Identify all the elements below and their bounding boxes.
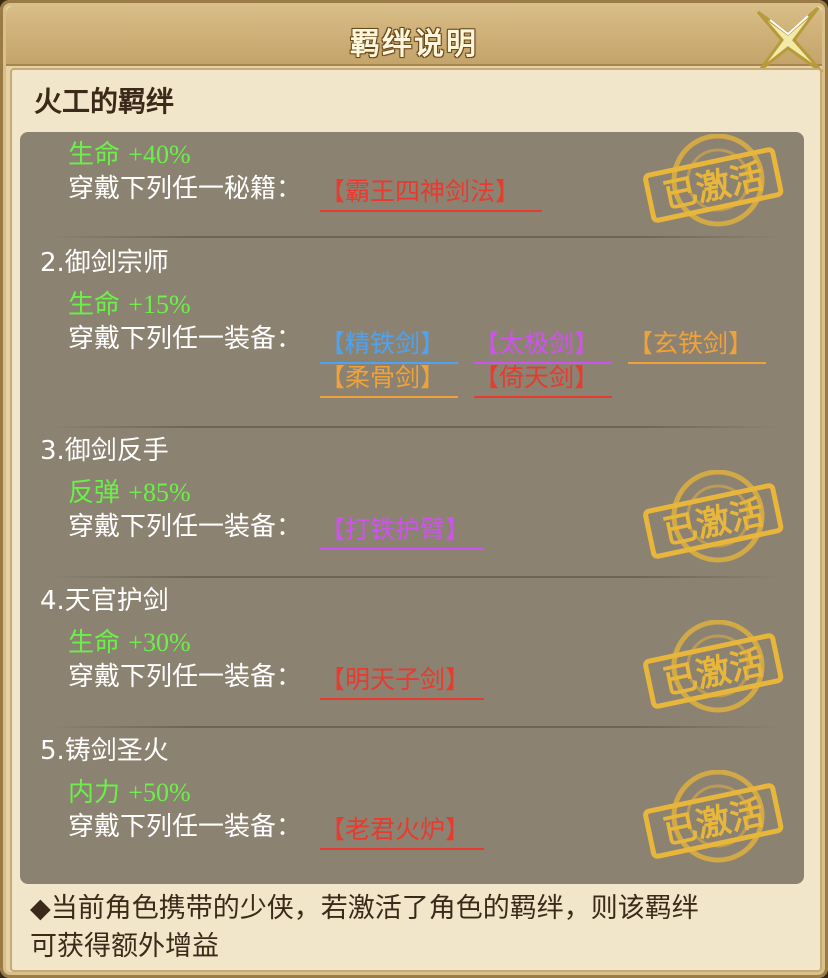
bond-item-link[interactable]: 【霸王四神剑法】 (320, 172, 542, 212)
bond-item-link[interactable]: 【玄铁剑】 (628, 324, 766, 364)
bond-name: 3.御剑反手 (40, 436, 169, 466)
bond-stat: 反弹 +85% (68, 478, 191, 508)
dialog-title: 羁绊说明 (350, 27, 478, 62)
bond-requirement: 穿戴下列任一装备： (68, 812, 303, 842)
bond-stat: 生命 +30% (68, 628, 191, 658)
bond-stat: 生命 +15% (68, 290, 191, 320)
bond-dialog: 羁绊说明 火工的羁绊 生命 +40% 穿戴下列任一秘籍： 【霸王四神剑法】 已激… (0, 0, 828, 978)
dialog-title-bar: 羁绊说明 (6, 6, 822, 66)
activated-stamp-icon: 已激活 (643, 134, 784, 227)
activated-stamp-icon: 已激活 (643, 620, 784, 713)
bond-item-link[interactable]: 【倚天剑】 (474, 358, 612, 398)
footer-note: ◆当前角色携带的少侠，若激活了角色的羁绊，则该羁绊 可获得额外增益 (30, 890, 810, 966)
bond-name: 2.御剑宗师 (40, 248, 169, 278)
bond-item-link[interactable]: 【老君火炉】 (320, 810, 484, 850)
bond-name: 4.天官护剑 (40, 586, 169, 616)
bond-entry-2: 2.御剑宗师 生命 +15% 穿戴下列任一装备： 【精铁剑】 【太极剑】 【玄铁… (20, 236, 804, 426)
footer-line-1: ◆当前角色携带的少侠，若激活了角色的羁绊，则该羁绊 (30, 893, 699, 924)
bond-stat: 生命 +40% (68, 140, 191, 170)
bond-list[interactable]: 生命 +40% 穿戴下列任一秘籍： 【霸王四神剑法】 已激活 2.御剑宗师 生命… (20, 132, 804, 884)
bond-entry-3: 3.御剑反手 反弹 +85% 穿戴下列任一装备： 【打铁护臂】 已激活 (20, 426, 804, 576)
bond-requirement: 穿戴下列任一装备： (68, 512, 303, 542)
bond-item-link[interactable]: 【明天子剑】 (320, 660, 484, 700)
bond-requirement: 穿戴下列任一装备： (68, 324, 303, 354)
bond-name: 5.铸剑圣火 (40, 736, 169, 766)
bond-requirement: 穿戴下列任一装备： (68, 662, 303, 692)
bond-item-link[interactable]: 【打铁护臂】 (320, 510, 484, 550)
activated-stamp-icon: 已激活 (643, 770, 784, 863)
footer-line-2: 可获得额外增益 (30, 931, 219, 962)
bond-stat: 内力 +50% (68, 778, 191, 808)
bond-item-link[interactable]: 【柔骨剑】 (320, 358, 458, 398)
hero-bond-title: 火工的羁绊 (34, 85, 175, 118)
bond-entry-4: 4.天官护剑 生命 +30% 穿戴下列任一装备： 【明天子剑】 已激活 (20, 576, 804, 726)
bond-requirement: 穿戴下列任一秘籍： (68, 174, 303, 204)
bond-entry-5: 5.铸剑圣火 内力 +50% 穿戴下列任一装备： 【老君火炉】 已激活 (20, 726, 804, 884)
activated-stamp-icon: 已激活 (643, 470, 784, 563)
bond-entry-1: 生命 +40% 穿戴下列任一秘籍： 【霸王四神剑法】 已激活 (20, 132, 804, 236)
